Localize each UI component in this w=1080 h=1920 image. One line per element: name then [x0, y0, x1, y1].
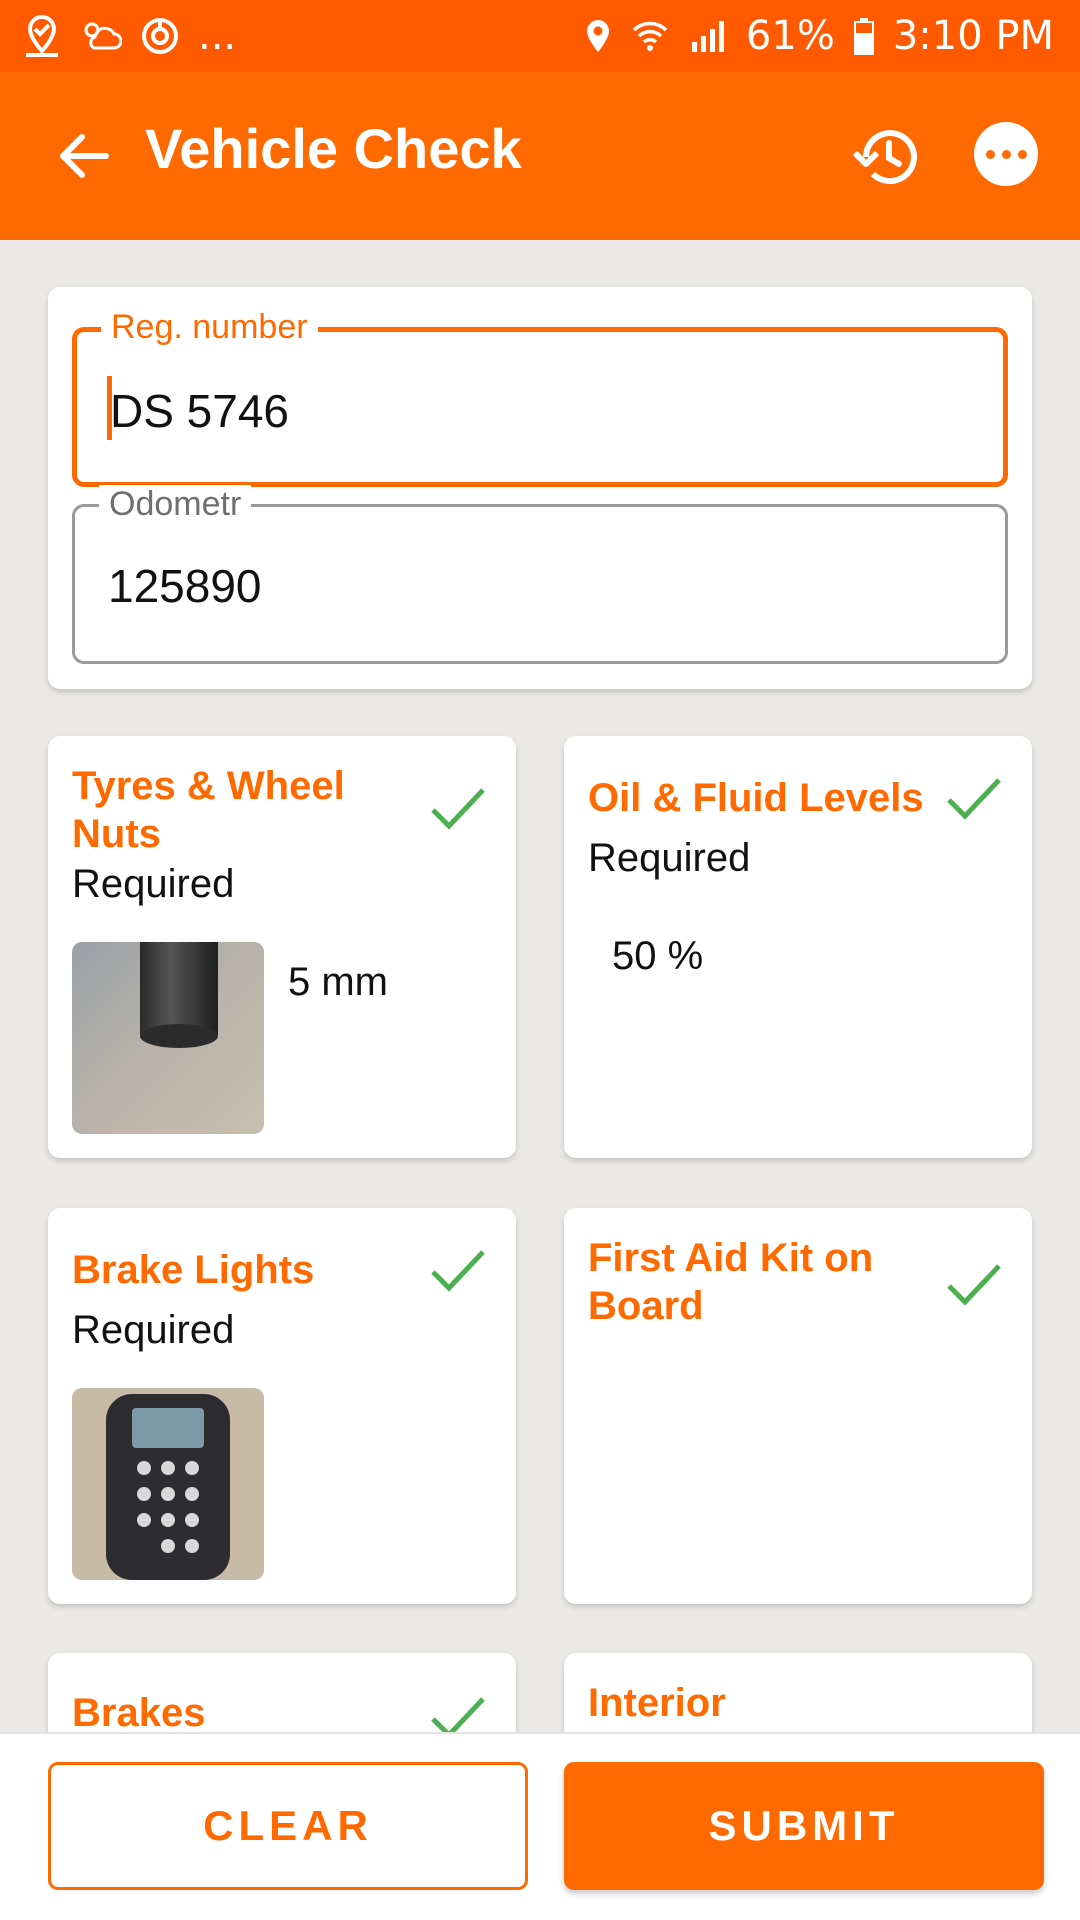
- vehicle-info-card: Reg. number DS 5746 Odometr 125890: [48, 287, 1032, 689]
- bottom-action-bar: CLEAR SUBMIT: [0, 1732, 1080, 1920]
- location-check-icon: [22, 14, 62, 58]
- reg-number-field[interactable]: Reg. number DS 5746: [72, 308, 1008, 487]
- check-title: Tyres & Wheel Nuts: [72, 764, 345, 856]
- history-icon: [852, 130, 917, 185]
- battery-percent: 61%: [745, 13, 835, 59]
- vehicle-check-screen: ... 61% 3:10 PM Vehicle Check Reg. numbe…: [0, 0, 1080, 1920]
- check-title: Interior: [588, 1681, 726, 1725]
- checkmark-icon: [431, 1250, 485, 1292]
- submit-button[interactable]: SUBMIT: [564, 1762, 1044, 1890]
- battery-icon: [853, 17, 875, 55]
- check-card-brake-lights[interactable]: Brake Lights Required: [48, 1208, 516, 1604]
- more-dot: [1001, 149, 1011, 159]
- remote-control-photo[interactable]: [72, 1388, 264, 1580]
- check-subtitle: Required: [72, 1308, 235, 1352]
- status-notifications: ...: [22, 13, 236, 59]
- clear-button[interactable]: CLEAR: [48, 1762, 528, 1890]
- app-bar: Vehicle Check: [0, 72, 1080, 240]
- check-subtitle: Required: [72, 862, 235, 906]
- odometer-field[interactable]: Odometr 125890: [72, 485, 1008, 664]
- clock: 3:10 PM: [892, 13, 1054, 59]
- more-notifications: ...: [198, 13, 237, 59]
- reg-number-label: Reg. number: [101, 308, 318, 347]
- check-title: Brakes: [72, 1691, 206, 1735]
- odometer-label: Odometr: [99, 485, 252, 524]
- signal-icon: [688, 18, 728, 54]
- check-value: 50 %: [612, 934, 704, 978]
- history-button[interactable]: [850, 122, 920, 192]
- reg-number-input[interactable]: DS 5746: [110, 384, 289, 438]
- page-title: Vehicle Check: [145, 117, 522, 180]
- more-dot: [1017, 149, 1027, 159]
- more-horizontal-icon: [985, 149, 995, 159]
- back-button[interactable]: [52, 124, 116, 188]
- more-options-button[interactable]: [974, 122, 1038, 186]
- checkmark-icon: [947, 1264, 1001, 1306]
- location-pin-icon: [584, 18, 612, 54]
- check-subtitle: Required: [588, 836, 751, 880]
- checkmark-icon: [431, 788, 485, 830]
- wifi-icon: [630, 18, 670, 54]
- check-title: Brake Lights: [72, 1248, 315, 1292]
- check-card-tyres[interactable]: Tyres & Wheel Nuts Required 5 mm: [48, 736, 516, 1158]
- check-card-oil[interactable]: Oil & Fluid Levels Required 50 %: [564, 736, 1032, 1158]
- odometer-input[interactable]: 125890: [108, 559, 262, 613]
- arrow-back-icon: [60, 134, 109, 178]
- weather-icon: [80, 18, 122, 54]
- check-value: 5 mm: [288, 960, 388, 1004]
- sync-icon: [140, 16, 180, 56]
- check-title: First Aid Kit on Board: [588, 1236, 874, 1328]
- status-bar: ... 61% 3:10 PM: [0, 0, 1080, 72]
- status-system: 61% 3:10 PM: [584, 13, 1054, 59]
- check-card-first-aid[interactable]: First Aid Kit on Board: [564, 1208, 1032, 1604]
- checkmark-icon: [947, 778, 1001, 820]
- tyre-photo[interactable]: [72, 942, 264, 1134]
- check-title: Oil & Fluid Levels: [588, 776, 924, 820]
